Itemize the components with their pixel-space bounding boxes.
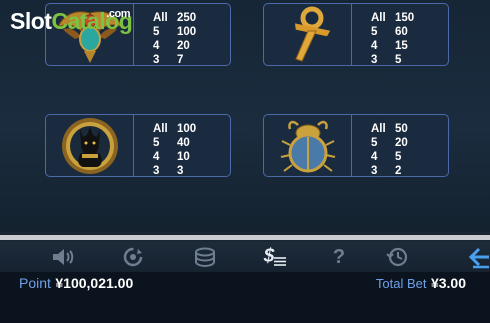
scarab-beetle-symbol: [264, 115, 352, 176]
pay-value: 50: [395, 123, 408, 135]
pay-count: 5: [371, 26, 378, 38]
pay-value: 20: [395, 137, 408, 149]
paytable-panel: All 250 5 100 4 20 37 All 150 5 60 4 15 35: [0, 0, 490, 232]
pay-count: 3: [153, 165, 160, 177]
pay-row: All 50: [371, 122, 408, 136]
pay-count: 3: [371, 54, 378, 66]
pay-count: All: [153, 123, 168, 135]
total-bet-label: Total Bet: [375, 276, 427, 291]
pay-count: 5: [153, 26, 160, 38]
paytable-values: All 150 5 60 4 15 35: [371, 11, 414, 67]
paytable-card-ankh: All 150 5 60 4 15 35: [263, 3, 449, 66]
total-bet-display: Total Bet ¥3.00: [376, 275, 466, 293]
pay-count: 4: [153, 40, 160, 52]
pay-count: 4: [371, 151, 378, 163]
pay-row: All 100: [153, 122, 196, 136]
pay-value: 5: [395, 151, 402, 163]
pay-row: All 250: [153, 11, 196, 25]
paytable-icon[interactable]: $: [261, 245, 289, 269]
help-icon[interactable]: ?: [325, 245, 353, 269]
pay-count: 5: [371, 137, 378, 149]
pay-row: 33: [153, 164, 196, 178]
pay-value: 150: [395, 12, 415, 24]
pay-value: 2: [395, 165, 402, 177]
pay-value: 3: [177, 165, 184, 177]
watermark-com: .com: [106, 8, 130, 20]
pay-count: All: [371, 12, 386, 24]
paytable-glyph: $: [263, 246, 275, 267]
paytable-values: All 100 5 40 4 10 33: [153, 122, 196, 178]
pay-row: 5 100: [153, 25, 196, 39]
coins-icon[interactable]: [191, 245, 219, 269]
pay-row: 45: [371, 150, 408, 164]
pay-row: 4 15: [371, 39, 414, 53]
pay-row: 5 60: [371, 25, 414, 39]
point-display: Point ¥100,021.00: [19, 275, 133, 293]
pay-value: 100: [177, 26, 197, 38]
pay-value: 100: [177, 123, 197, 135]
pay-value: 250: [177, 12, 197, 24]
bastet-cat-symbol: [46, 115, 134, 176]
paytable-card-bastet-cat: All 100 5 40 4 10 33: [45, 114, 231, 177]
pay-row: 5 20: [371, 136, 408, 150]
pay-row: 4 20: [153, 39, 196, 53]
point-label: Point: [19, 275, 51, 291]
paytable-values: All 50 5 20 45 32: [371, 122, 408, 178]
pay-count: All: [371, 123, 386, 135]
paytable-card-scarab-beetle: All 50 5 20 45 32: [263, 114, 449, 177]
pay-row: All 150: [371, 11, 414, 25]
pay-count: All: [153, 12, 168, 24]
pay-count: 3: [153, 54, 160, 66]
pay-value: 7: [177, 54, 184, 66]
pay-value: 60: [395, 26, 408, 38]
status-bar: Point ¥100,021.00 Total Bet ¥3.00: [0, 272, 490, 323]
pay-row: 32: [371, 164, 408, 178]
back-icon[interactable]: [467, 245, 490, 269]
pay-count: 5: [153, 137, 160, 149]
history-icon[interactable]: [383, 245, 411, 269]
pay-row: 37: [153, 53, 196, 67]
pay-value: 10: [177, 151, 190, 163]
pay-row: 5 40: [153, 136, 196, 150]
slotcatalog-watermark: SlotCatalog.com: [10, 8, 133, 35]
point-value: ¥100,021.00: [55, 275, 134, 291]
pay-count: 4: [153, 151, 160, 163]
pay-count: 3: [371, 165, 378, 177]
pay-row: 4 10: [153, 150, 196, 164]
pay-row: 35: [371, 53, 414, 67]
scrollbar-track[interactable]: [0, 235, 490, 240]
pay-value: 20: [177, 40, 190, 52]
ankh-symbol: [264, 4, 352, 65]
watermark-slot: Slot: [10, 8, 52, 34]
pay-count: 4: [371, 40, 378, 52]
paytable-scrollbar[interactable]: [0, 232, 490, 242]
paytable-values: All 250 5 100 4 20 37: [153, 11, 196, 67]
pay-value: 5: [395, 54, 402, 66]
total-bet-value: ¥3.00: [430, 275, 466, 291]
autospin-icon[interactable]: [119, 245, 147, 269]
help-glyph: ?: [332, 245, 346, 268]
speaker-icon[interactable]: [49, 245, 77, 269]
pay-value: 15: [395, 40, 408, 52]
pay-value: 40: [177, 137, 190, 149]
game-toolbar: $ ?: [0, 242, 490, 272]
